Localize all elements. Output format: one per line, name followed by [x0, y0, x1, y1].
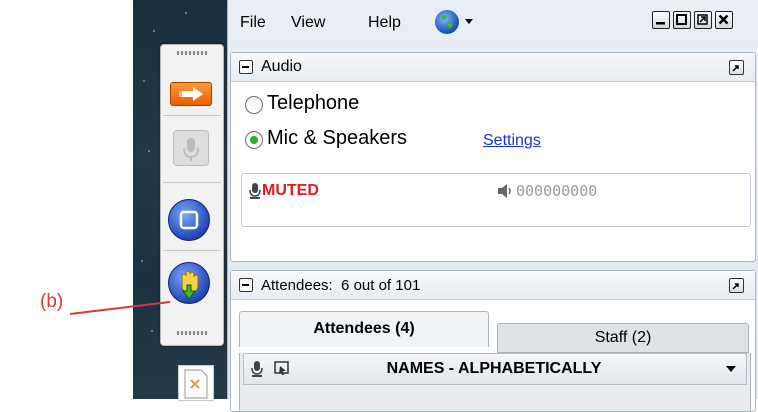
audio-section-title: Audio: [261, 58, 302, 75]
audio-popout-button[interactable]: [729, 60, 744, 75]
minimize-button[interactable]: [652, 11, 670, 29]
attendees-section-title: Attendees: 6 out of 101: [261, 277, 421, 294]
telephone-radio[interactable]: [245, 96, 263, 114]
toolbar-grip-top[interactable]: [177, 51, 207, 55]
maximize-button[interactable]: [673, 11, 691, 29]
toolbar-divider: [163, 182, 221, 183]
muted-status: MUTED: [262, 182, 319, 199]
tab-attendees[interactable]: Attendees (4): [239, 311, 489, 347]
names-header-row: NAMES - ALPHABETICALLY: [243, 353, 747, 385]
telephone-label: Telephone: [267, 92, 360, 114]
raise-hand-icon: [181, 270, 199, 300]
screen-icon: [274, 361, 289, 375]
mic-speakers-radio[interactable]: [245, 131, 263, 149]
menu-view[interactable]: View: [291, 14, 325, 32]
audio-status-box: MUTED 000000000: [241, 173, 751, 227]
raise-hand-button[interactable]: [168, 262, 210, 304]
globe-icon[interactable]: [435, 10, 459, 34]
volume-meter: 000000000: [516, 182, 598, 200]
callout-line: [70, 301, 171, 315]
tab-staff-label: Staff (2): [594, 329, 652, 346]
restore-icon: [732, 283, 739, 290]
restore-icon: [732, 65, 739, 72]
menu-bar: File View Help: [228, 0, 758, 44]
settings-link[interactable]: Settings: [483, 132, 541, 150]
minimize-icon: [656, 22, 665, 25]
arrow-button[interactable]: [170, 82, 212, 106]
names-sort-label[interactable]: NAMES - ALPHABETICALLY: [304, 360, 684, 378]
collapse-attendees-button[interactable]: [239, 278, 253, 292]
restore-button[interactable]: [694, 11, 712, 29]
microphone-icon: [183, 138, 199, 161]
collapse-audio-button[interactable]: [239, 60, 253, 74]
attendees-section-header: Attendees: 6 out of 101: [231, 271, 755, 300]
stop-button[interactable]: [168, 199, 210, 241]
audio-section-header: Audio: [231, 53, 755, 82]
maximize-icon: [676, 14, 687, 25]
menu-file[interactable]: File: [240, 14, 266, 32]
toolbar-divider: [163, 115, 221, 116]
mic-speakers-label: Mic & Speakers: [267, 127, 408, 149]
attendees-section: Attendees: 6 out of 101 Attendees (4) St…: [230, 270, 756, 412]
close-icon: [718, 14, 729, 25]
microphone-icon: [249, 183, 261, 199]
chevron-down-icon[interactable]: [465, 19, 473, 24]
toolbar-divider: [163, 250, 221, 251]
file-icon[interactable]: [178, 365, 214, 401]
chevron-down-icon[interactable]: [726, 366, 736, 372]
stop-icon: [179, 210, 199, 230]
menu-help[interactable]: Help: [368, 14, 401, 32]
tab-staff[interactable]: Staff (2): [497, 323, 749, 353]
microphone-button[interactable]: [173, 130, 209, 166]
main-panel: File View Help Audio Telephone Mic & Spe…: [227, 0, 758, 412]
speaker-icon: [498, 184, 511, 198]
tab-attendees-label: Attendees (4): [313, 320, 415, 337]
close-button[interactable]: [715, 11, 733, 29]
restore-icon: [697, 14, 708, 25]
callout-label: (b): [40, 291, 64, 312]
attendees-popout-button[interactable]: [729, 278, 744, 293]
microphone-icon: [251, 361, 263, 377]
toolbar-grip-bottom[interactable]: [177, 331, 207, 335]
audio-section: Audio Telephone Mic & Speakers Settings …: [230, 52, 756, 262]
arrow-icon: [179, 87, 203, 101]
